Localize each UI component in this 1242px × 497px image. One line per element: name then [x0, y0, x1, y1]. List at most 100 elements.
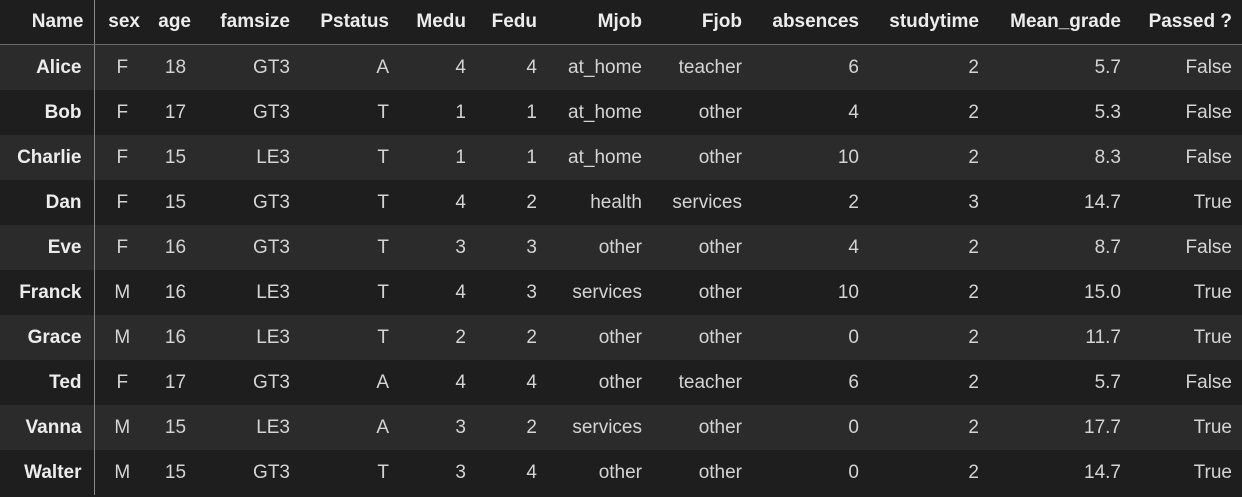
column-header-famsize[interactable]: famsize [201, 0, 300, 45]
column-header-age[interactable]: age [150, 0, 201, 45]
cell-mean-grade: 14.7 [989, 450, 1131, 495]
cell-mjob: other [547, 225, 652, 270]
column-header-fjob[interactable]: Fjob [652, 0, 752, 45]
cell-mjob: at_home [547, 135, 652, 180]
cell-passed: False [1131, 44, 1242, 90]
cell-pstatus: T [300, 180, 399, 225]
cell-famsize: GT3 [201, 360, 300, 405]
cell-sex: F [94, 360, 150, 405]
table-row[interactable]: Alice F 18 GT3 A 4 4 at_home teacher 6 2… [0, 44, 1242, 90]
cell-fjob: other [652, 315, 752, 360]
cell-fedu: 4 [476, 360, 547, 405]
cell-absences: 4 [752, 90, 869, 135]
cell-pstatus: T [300, 450, 399, 495]
cell-absences: 6 [752, 44, 869, 90]
cell-absences: 2 [752, 180, 869, 225]
row-label-name: Grace [0, 315, 95, 360]
cell-absences: 0 [752, 315, 869, 360]
cell-sex: M [94, 405, 150, 450]
cell-famsize: LE3 [201, 315, 300, 360]
cell-mean-grade: 17.7 [989, 405, 1131, 450]
column-header-passed[interactable]: Passed ? [1131, 0, 1242, 45]
cell-mjob: other [547, 360, 652, 405]
cell-medu: 4 [399, 180, 476, 225]
column-header-medu[interactable]: Medu [399, 0, 476, 45]
cell-pstatus: T [300, 315, 399, 360]
table-row[interactable]: Walter M 15 GT3 T 3 4 other other 0 2 14… [0, 450, 1242, 495]
cell-medu: 3 [399, 450, 476, 495]
row-label-name: Charlie [0, 135, 95, 180]
cell-medu: 1 [399, 90, 476, 135]
students-table: Name sex age famsize Pstatus Medu Fedu M… [0, 0, 1242, 495]
cell-famsize: LE3 [201, 405, 300, 450]
column-header-mean-grade[interactable]: Mean_grade [989, 0, 1131, 45]
cell-studytime: 2 [869, 135, 989, 180]
column-header-fedu[interactable]: Fedu [476, 0, 547, 45]
cell-passed: False [1131, 225, 1242, 270]
column-header-pstatus[interactable]: Pstatus [300, 0, 399, 45]
cell-pstatus: T [300, 270, 399, 315]
cell-fedu: 1 [476, 135, 547, 180]
cell-passed: True [1131, 405, 1242, 450]
cell-studytime: 2 [869, 225, 989, 270]
table-row[interactable]: Vanna M 15 LE3 A 3 2 services other 0 2 … [0, 405, 1242, 450]
column-header-name[interactable]: Name [0, 0, 95, 45]
cell-mean-grade: 5.3 [989, 90, 1131, 135]
column-header-studytime[interactable]: studytime [869, 0, 989, 45]
cell-fjob: other [652, 225, 752, 270]
cell-fedu: 2 [476, 180, 547, 225]
table-row[interactable]: Ted F 17 GT3 A 4 4 other teacher 6 2 5.7… [0, 360, 1242, 405]
cell-age: 17 [150, 90, 201, 135]
table-row[interactable]: Dan F 15 GT3 T 4 2 health services 2 3 1… [0, 180, 1242, 225]
table-row[interactable]: Grace M 16 LE3 T 2 2 other other 0 2 11.… [0, 315, 1242, 360]
cell-famsize: GT3 [201, 225, 300, 270]
cell-age: 18 [150, 44, 201, 90]
cell-famsize: GT3 [201, 90, 300, 135]
cell-mean-grade: 15.0 [989, 270, 1131, 315]
cell-passed: True [1131, 450, 1242, 495]
row-label-name: Dan [0, 180, 95, 225]
cell-age: 15 [150, 135, 201, 180]
column-header-mjob[interactable]: Mjob [547, 0, 652, 45]
cell-absences: 6 [752, 360, 869, 405]
cell-studytime: 3 [869, 180, 989, 225]
cell-fedu: 1 [476, 90, 547, 135]
cell-sex: F [94, 180, 150, 225]
cell-medu: 4 [399, 44, 476, 90]
cell-sex: F [94, 90, 150, 135]
cell-passed: True [1131, 315, 1242, 360]
cell-fedu: 3 [476, 225, 547, 270]
header-row: Name sex age famsize Pstatus Medu Fedu M… [0, 0, 1242, 45]
cell-fjob: other [652, 90, 752, 135]
cell-fjob: services [652, 180, 752, 225]
cell-absences: 10 [752, 135, 869, 180]
column-header-sex[interactable]: sex [94, 0, 150, 45]
row-label-name: Franck [0, 270, 95, 315]
cell-famsize: GT3 [201, 450, 300, 495]
cell-pstatus: A [300, 405, 399, 450]
cell-sex: M [94, 315, 150, 360]
table-row[interactable]: Franck M 16 LE3 T 4 3 services other 10 … [0, 270, 1242, 315]
cell-passed: False [1131, 135, 1242, 180]
cell-famsize: LE3 [201, 270, 300, 315]
table-row[interactable]: Bob F 17 GT3 T 1 1 at_home other 4 2 5.3… [0, 90, 1242, 135]
cell-mean-grade: 5.7 [989, 44, 1131, 90]
column-header-absences[interactable]: absences [752, 0, 869, 45]
cell-sex: F [94, 225, 150, 270]
cell-fedu: 3 [476, 270, 547, 315]
table-row[interactable]: Charlie F 15 LE3 T 1 1 at_home other 10 … [0, 135, 1242, 180]
cell-mjob: health [547, 180, 652, 225]
cell-mjob: at_home [547, 90, 652, 135]
cell-pstatus: A [300, 360, 399, 405]
cell-medu: 4 [399, 270, 476, 315]
cell-studytime: 2 [869, 360, 989, 405]
cell-studytime: 2 [869, 450, 989, 495]
cell-fedu: 2 [476, 405, 547, 450]
cell-mean-grade: 14.7 [989, 180, 1131, 225]
cell-absences: 4 [752, 225, 869, 270]
table-row[interactable]: Eve F 16 GT3 T 3 3 other other 4 2 8.7 F… [0, 225, 1242, 270]
table-body: Alice F 18 GT3 A 4 4 at_home teacher 6 2… [0, 44, 1242, 495]
cell-studytime: 2 [869, 405, 989, 450]
cell-absences: 0 [752, 405, 869, 450]
row-label-name: Vanna [0, 405, 95, 450]
